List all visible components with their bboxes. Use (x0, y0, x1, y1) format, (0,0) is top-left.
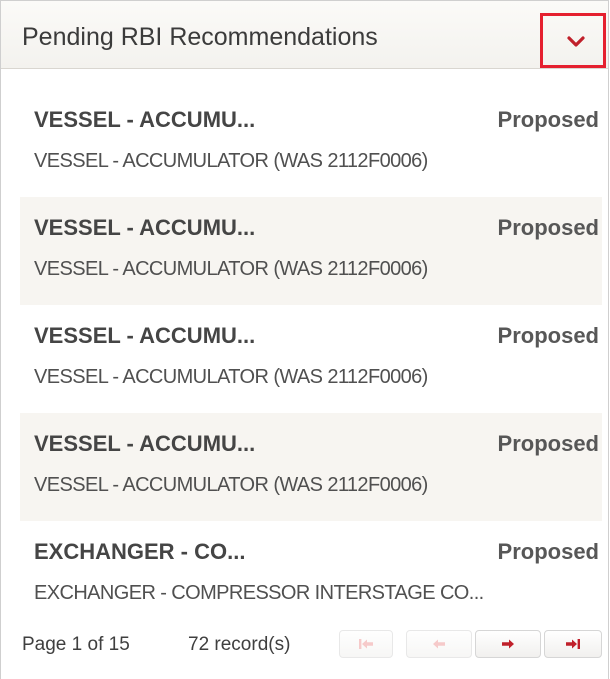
item-description: VESSEL - ACCUMULATOR (WAS 2112F0006) (34, 366, 428, 388)
first-page-icon (359, 639, 373, 649)
list-item[interactable]: VESSEL - ACCUMU... Proposed VESSEL - ACC… (20, 89, 602, 197)
item-title: EXCHANGER - CO... (34, 539, 246, 564)
item-description: VESSEL - ACCUMULATOR (WAS 2112F0006) (34, 474, 428, 496)
item-title: VESSEL - ACCUMU... (34, 431, 256, 456)
last-page-button[interactable] (544, 630, 602, 658)
collapse-toggle-button[interactable] (540, 13, 606, 68)
recommendations-panel: Pending RBI Recommendations VESSEL - ACC… (0, 0, 609, 679)
previous-page-icon (433, 639, 445, 649)
list-item[interactable]: EXCHANGER - CO... Proposed EXCHANGER - C… (20, 521, 602, 629)
chevron-down-icon (567, 36, 585, 47)
item-title: VESSEL - ACCUMU... (34, 215, 256, 240)
status-label: Proposed (497, 431, 599, 456)
item-description: EXCHANGER - COMPRESSOR INTERSTAGE CO... (34, 582, 484, 604)
list-item[interactable]: VESSEL - ACCUMU... Proposed VESSEL - ACC… (20, 197, 602, 305)
last-page-icon (566, 639, 580, 649)
first-page-button[interactable] (339, 630, 393, 658)
next-page-button[interactable] (475, 630, 541, 658)
item-description: VESSEL - ACCUMULATOR (WAS 2112F0006) (34, 150, 428, 172)
pagination-bar: Page 1 of 15 72 record(s) (22, 626, 602, 662)
recommendation-list: VESSEL - ACCUMU... Proposed VESSEL - ACC… (20, 89, 602, 629)
item-title: VESSEL - ACCUMU... (34, 107, 256, 132)
list-item[interactable]: VESSEL - ACCUMU... Proposed VESSEL - ACC… (20, 413, 602, 521)
item-title: VESSEL - ACCUMU... (34, 323, 256, 348)
status-label: Proposed (497, 323, 599, 348)
list-item[interactable]: VESSEL - ACCUMU... Proposed VESSEL - ACC… (20, 305, 602, 413)
panel-header: Pending RBI Recommendations (1, 1, 608, 69)
panel-title: Pending RBI Recommendations (22, 23, 378, 51)
status-label: Proposed (497, 107, 599, 132)
next-page-icon (502, 639, 514, 649)
status-label: Proposed (497, 215, 599, 240)
previous-page-button[interactable] (406, 630, 472, 658)
status-label: Proposed (497, 539, 599, 564)
item-description: VESSEL - ACCUMULATOR (WAS 2112F0006) (34, 258, 428, 280)
page-indicator: Page 1 of 15 (22, 634, 130, 655)
record-count: 72 record(s) (188, 634, 291, 655)
